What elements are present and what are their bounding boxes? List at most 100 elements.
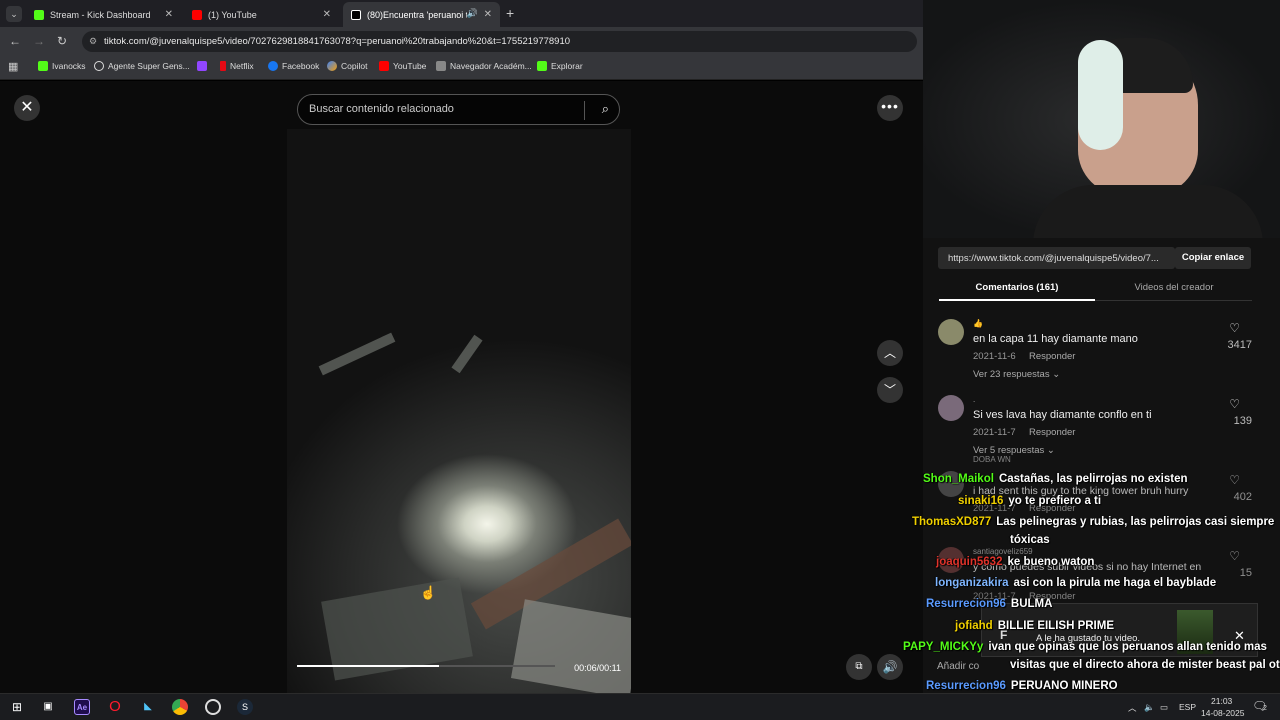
bookmark-label: Netflix [230, 61, 254, 71]
chat-username[interactable]: Shon_Maikol [923, 473, 994, 485]
obs-icon[interactable] [205, 699, 221, 715]
tab-label: Stream - Kick Dashboard [50, 9, 151, 20]
new-tab-plus-icon[interactable]: + [506, 5, 514, 21]
clock-date[interactable]: 14-08-2025 [1201, 708, 1244, 718]
chat-message: ThomasXD877 Las pelinegras y rubias, las … [912, 516, 1274, 528]
next-video-down-chevron-icon[interactable]: ﹀ [877, 377, 903, 403]
tab-kick-dashboard[interactable]: Stream - Kick Dashboard ✕ [26, 2, 181, 27]
comment-username[interactable]: 👍 [973, 319, 983, 328]
close-tab-icon[interactable]: ✕ [165, 9, 173, 20]
steam-icon[interactable]: S [237, 699, 253, 715]
avatar[interactable] [938, 319, 964, 345]
bookmark-youtube[interactable]: YouTube [379, 61, 426, 71]
reply-button[interactable]: Responder [1029, 427, 1075, 438]
comment-item: santiagoveliz659 y como puedes subir vid… [938, 547, 1268, 602]
add-comment-input[interactable]: Añadir co [937, 658, 1017, 678]
volume-icon[interactable]: 🔊 [877, 654, 903, 680]
chat-text: BILLIE EILISH PRIME [997, 620, 1114, 632]
bookmark-agente[interactable]: Agente Super Gens... [94, 61, 190, 71]
chrome-icon[interactable] [172, 699, 188, 715]
forward-arrow-icon[interactable]: → [33, 34, 45, 48]
comment-username[interactable]: . [973, 395, 975, 404]
tab-comments[interactable]: Comentarios (161) [939, 282, 1095, 293]
after-effects-icon[interactable]: Ae [74, 699, 90, 715]
like-heart-icon[interactable]: ♡ [1229, 321, 1240, 335]
chat-text: Las pelinegras y rubias, las pelirrojas … [996, 516, 1275, 528]
task-view-icon[interactable]: ▣ [40, 699, 56, 715]
bookmark-label: Navegador Académ... [450, 61, 532, 71]
like-heart-icon[interactable]: ♡ [1229, 473, 1240, 487]
tab-creator-videos[interactable]: Videos del creador [1096, 282, 1252, 293]
close-tab-icon[interactable]: ✕ [484, 9, 492, 20]
view-replies-button[interactable]: Ver 23 respuestas ⌄ [973, 369, 1060, 380]
chat-message: sinaki16 yo te prefiero a ti [958, 495, 1101, 507]
speaker-icon[interactable]: 🔈 [1144, 702, 1155, 713]
bookmark-copilot[interactable]: Copilot [327, 61, 367, 71]
bookmark-ivanocks[interactable]: Ivanocks [38, 61, 86, 71]
browser-tab-bar: ⌄ Stream - Kick Dashboard ✕ (1) YouTube … [0, 0, 923, 27]
network-icon[interactable]: ▭ [1160, 702, 1168, 713]
bookmark-twitch[interactable] [197, 61, 211, 71]
chat-username[interactable]: jofiahd [955, 620, 993, 632]
comment-username[interactable]: DOBA WN [973, 455, 1011, 464]
bookmark-facebook[interactable]: Facebook [268, 61, 319, 71]
avatar[interactable] [938, 395, 964, 421]
close-tab-icon[interactable]: ✕ [323, 9, 331, 20]
netflix-icon [220, 61, 226, 71]
site-info-icon[interactable]: ⚙ [89, 36, 97, 47]
reply-button[interactable]: Responder [1029, 351, 1075, 362]
comment-username[interactable]: santiagoveliz659 [973, 547, 1033, 556]
chat-message: visitas que el directo ahora de mister b… [1010, 659, 1280, 671]
video-player[interactable]: 00:06/00:11 [287, 129, 631, 693]
search-icon[interactable]: ⌕ [602, 101, 609, 117]
chat-text: PERUANO MINERO [1010, 680, 1118, 692]
back-arrow-icon[interactable]: ← [9, 34, 21, 48]
chat-text: visitas que el directo ahora de mister b… [1010, 659, 1280, 671]
chat-text: tóxicas [1010, 534, 1050, 546]
previous-video-up-chevron-icon[interactable]: ︿ [877, 340, 903, 366]
clock-time[interactable]: 21:03 [1211, 696, 1232, 706]
chat-username[interactable]: longanizakira [935, 577, 1009, 589]
rock-shape [318, 332, 396, 376]
tab-list-chevron-icon[interactable]: ⌄ [6, 6, 22, 22]
windows-start-icon[interactable]: ⊞ [9, 699, 25, 715]
close-video-button[interactable]: ✕ [14, 95, 40, 121]
chat-username[interactable]: ThomasXD877 [912, 516, 991, 528]
search-placeholder: Buscar contenido relacionado [309, 103, 454, 115]
more-options-button[interactable]: ••• [877, 95, 903, 121]
chat-username[interactable]: Resurrecion96 [926, 680, 1006, 692]
bookmark-label: Agente Super Gens... [108, 61, 190, 71]
chat-username[interactable]: sinaki16 [958, 495, 1003, 507]
miniplayer-icon[interactable]: ⧉ [846, 654, 872, 680]
like-heart-icon[interactable]: ♡ [1229, 549, 1240, 563]
chat-username[interactable]: Resurrecion96 [926, 598, 1006, 610]
bookmarks-bar: ▦ Ivanocks Agente Super Gens... Netflix … [0, 55, 923, 80]
chat-message: Shon_Maikol Castañas, las pelirrojas no e… [923, 473, 1188, 485]
tab-tiktok[interactable]: (80)Encuentra 'peruanoi tra 🔊 ✕ [343, 2, 500, 27]
share-link-field[interactable]: https://www.tiktok.com/@juvenalquispe5/v… [938, 247, 1175, 269]
video-progress-fill [297, 665, 439, 667]
speaker-icon[interactable]: 🔊 [467, 8, 478, 19]
tab-active-indicator [939, 299, 1095, 301]
tray-chevron-icon[interactable]: ︿ [1128, 702, 1137, 714]
comment-date: 2021-11-6 [973, 351, 1016, 362]
language-indicator[interactable]: ESP [1179, 702, 1196, 712]
like-heart-icon[interactable]: ♡ [1229, 397, 1240, 411]
chat-username[interactable]: joaquin5632 [936, 556, 1002, 568]
apps-grid-icon[interactable]: ▦ [8, 60, 18, 73]
chat-username[interactable]: PAPY_MICKYy [903, 641, 983, 653]
bookmark-explorar[interactable]: Explorar [537, 61, 583, 71]
bookmark-navegador[interactable]: Navegador Académ... [436, 61, 532, 71]
url-field[interactable]: ⚙ tiktok.com/@juvenalquispe5/video/70276… [82, 31, 917, 52]
tab-youtube[interactable]: (1) YouTube ✕ [184, 2, 339, 27]
kick-icon [38, 61, 48, 71]
copy-link-button[interactable]: Copiar enlace [1175, 247, 1251, 269]
search-input[interactable]: Buscar contenido relacionado ⌕ [297, 94, 620, 125]
reload-icon[interactable]: ↻ [57, 34, 67, 48]
opera-icon[interactable]: O [107, 699, 123, 715]
bookmark-netflix[interactable]: Netflix [220, 61, 254, 71]
chat-text: asi con la pirula me haga el bayblade [1013, 577, 1217, 589]
video-progress-bar[interactable] [297, 665, 555, 667]
kick-icon [537, 61, 547, 71]
app-icon[interactable]: ◣ [140, 699, 156, 715]
